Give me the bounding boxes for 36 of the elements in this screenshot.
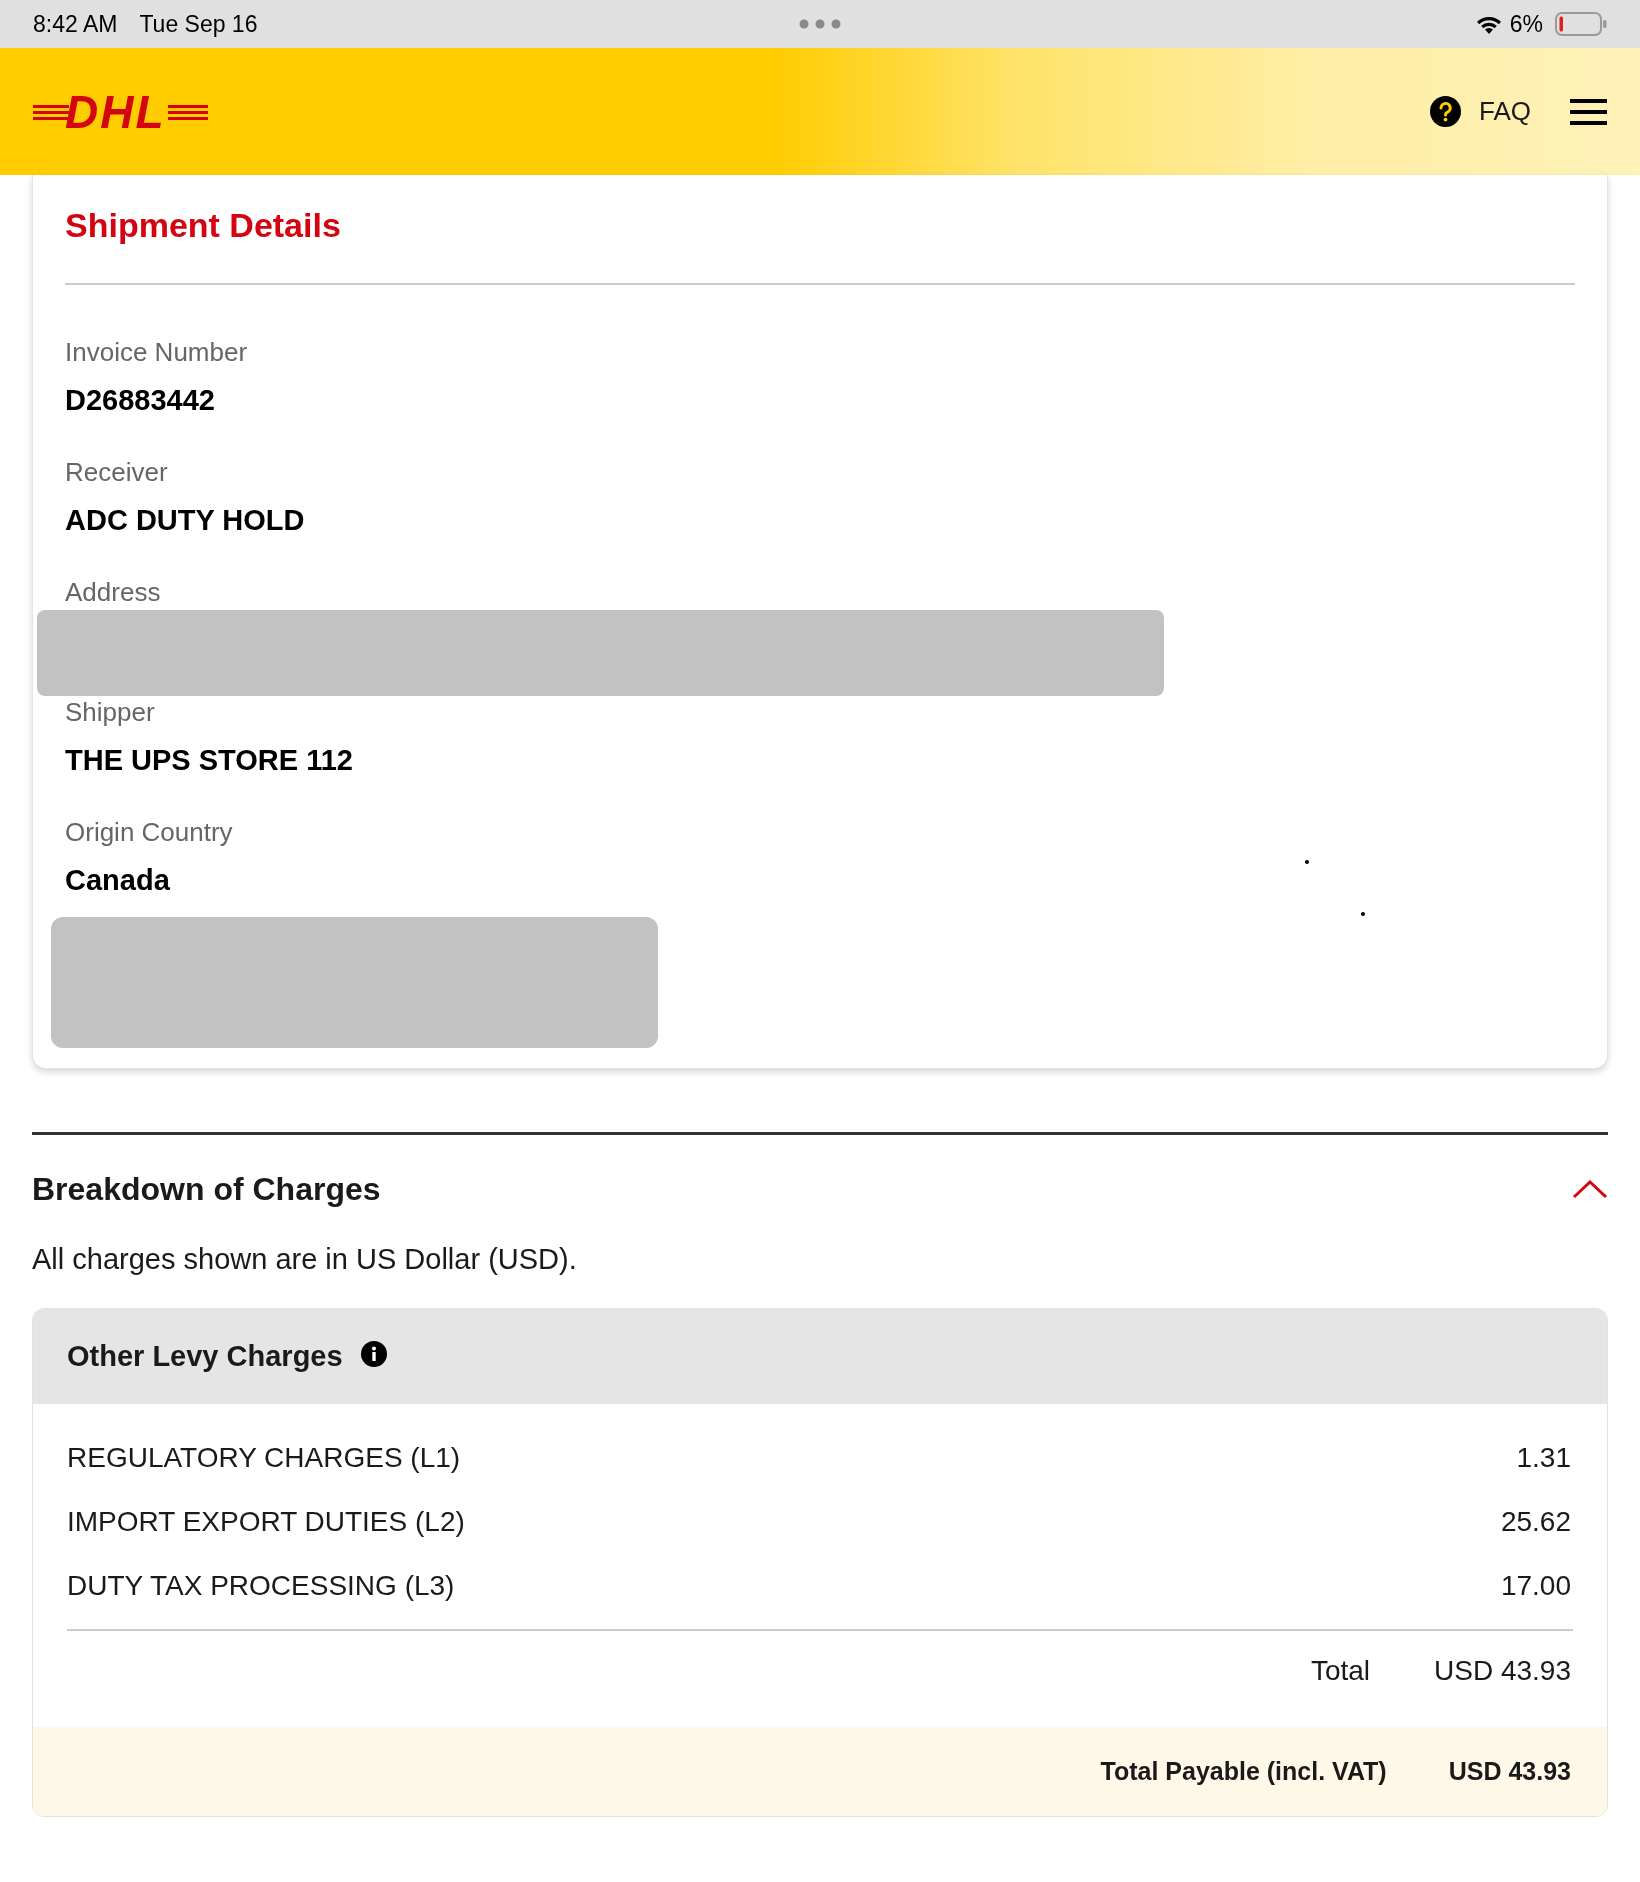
status-date: Tue Sep 16 — [139, 9, 258, 39]
status-time: 8:42 AM — [33, 9, 118, 39]
field-label: Shipper — [65, 696, 155, 728]
field-label: Origin Country — [65, 816, 233, 848]
home-logo-link[interactable]: DHL — [33, 88, 208, 135]
ellipsis-icon — [799, 19, 841, 29]
menu-icon — [1569, 98, 1607, 125]
section-title: Shipment Details — [65, 205, 341, 245]
field-value: THE UPS STORE 112 — [65, 743, 353, 778]
payable-label: Total Payable (incl. VAT) — [1100, 1755, 1387, 1787]
faq-link[interactable]: FAQ — [1430, 92, 1531, 131]
speed-lines-icon — [167, 103, 208, 120]
help-icon — [1430, 96, 1461, 127]
group-title: Other Levy Charges — [67, 1338, 343, 1374]
payable-amount: USD 43.93 — [1448, 1755, 1571, 1787]
charge-label: IMPORT EXPORT DUTIES (L2) — [67, 1505, 465, 1539]
battery-percent: 6% — [1509, 9, 1543, 39]
chevron-up-icon — [1572, 1179, 1608, 1199]
field-value: Canada — [65, 863, 170, 898]
field-value: D26883442 — [65, 383, 215, 418]
charge-amount: 1.31 — [1516, 1441, 1572, 1475]
field-value: ADC DUTY HOLD — [65, 503, 305, 538]
currency-note: All charges shown are in US Dollar (USD). — [32, 1242, 577, 1277]
wifi-icon — [1475, 14, 1502, 34]
field-label: Address — [65, 576, 161, 608]
total-label: Total — [1310, 1654, 1371, 1688]
charge-amount: 25.62 — [1500, 1505, 1572, 1539]
battery-icon — [1555, 12, 1607, 36]
field-label: Invoice Number — [65, 336, 248, 368]
total-amount: USD 43.93 — [1434, 1654, 1572, 1688]
info-icon — [360, 1340, 387, 1367]
charge-label: DUTY TAX PROCESSING (L3) — [67, 1569, 455, 1603]
charge-amount: 17.00 — [1500, 1569, 1572, 1603]
charge-label: REGULATORY CHARGES (L1) — [67, 1441, 461, 1475]
field-label: Receiver — [65, 456, 168, 488]
section-heading: Breakdown of Charges — [32, 1170, 381, 1209]
